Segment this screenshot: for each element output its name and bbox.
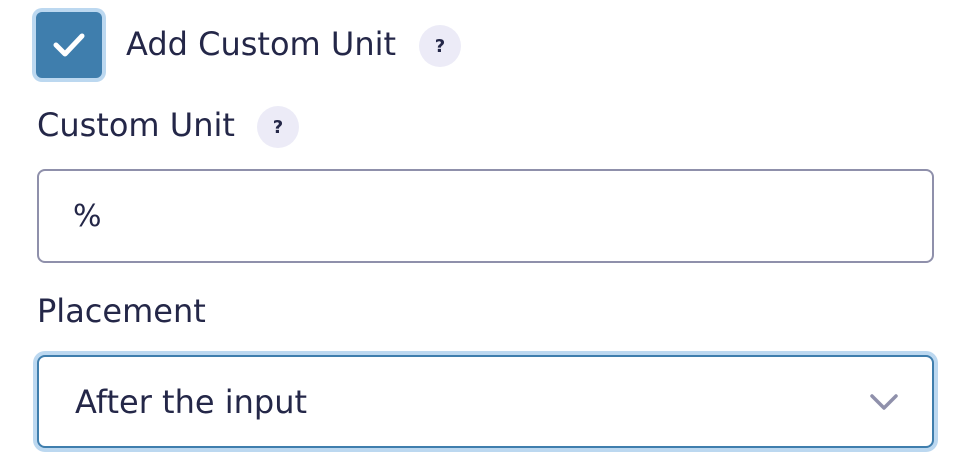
add-custom-unit-checkbox[interactable]: [36, 12, 102, 78]
custom-unit-label: Custom Unit: [37, 106, 235, 144]
add-custom-unit-label[interactable]: Add Custom Unit: [126, 22, 396, 66]
placement-label: Placement: [37, 292, 206, 330]
placement-select[interactable]: After the input: [37, 355, 934, 448]
add-custom-unit-help-icon[interactable]: ?: [419, 25, 461, 67]
custom-unit-help-icon[interactable]: ?: [257, 106, 299, 148]
chevron-down-icon: [870, 394, 898, 410]
placement-selected-value: After the input: [75, 382, 308, 421]
custom-unit-input[interactable]: [37, 169, 934, 263]
checkmark-icon: [53, 33, 85, 57]
